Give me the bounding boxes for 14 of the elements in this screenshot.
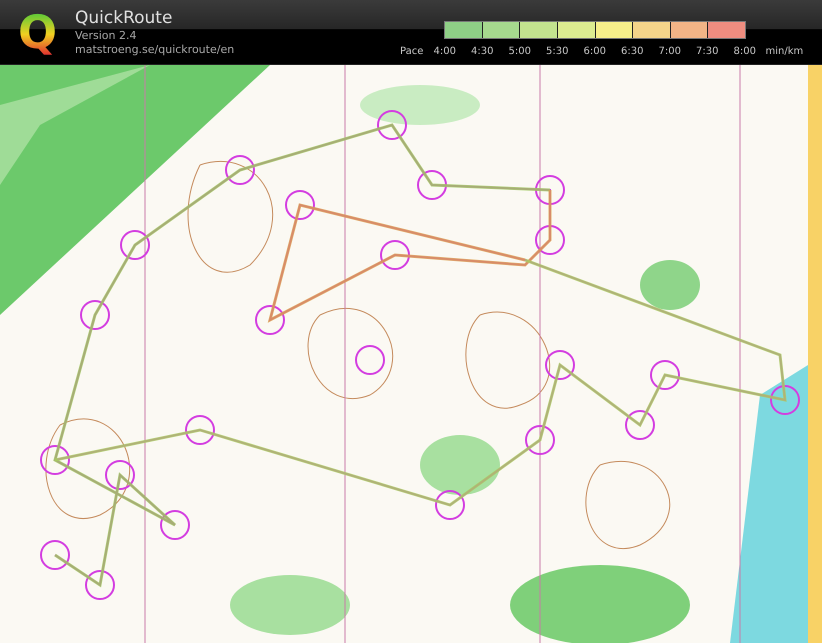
pace-tick-label: 5:30 [545, 45, 570, 59]
version-text: Version 2.4 [75, 29, 136, 43]
pace-tick-label: 6:30 [620, 45, 644, 59]
pace-tick-label: 8:00 [732, 45, 757, 59]
pace-label: Pace [400, 45, 424, 59]
pace-tick-label: 4:00 [432, 45, 457, 59]
pace-tick-label: 7:30 [695, 45, 720, 59]
pace-tick-label: 7:00 [658, 45, 682, 59]
pace-tick-label: 6:00 [582, 45, 607, 59]
app-title: QuickRoute [75, 7, 172, 29]
pace-unit: min/km [766, 45, 804, 59]
pace-tick-label: 5:00 [508, 45, 532, 59]
website-url: matstroeng.se/quickroute/en [75, 43, 234, 57]
pace-tick-label: 4:30 [470, 45, 494, 59]
